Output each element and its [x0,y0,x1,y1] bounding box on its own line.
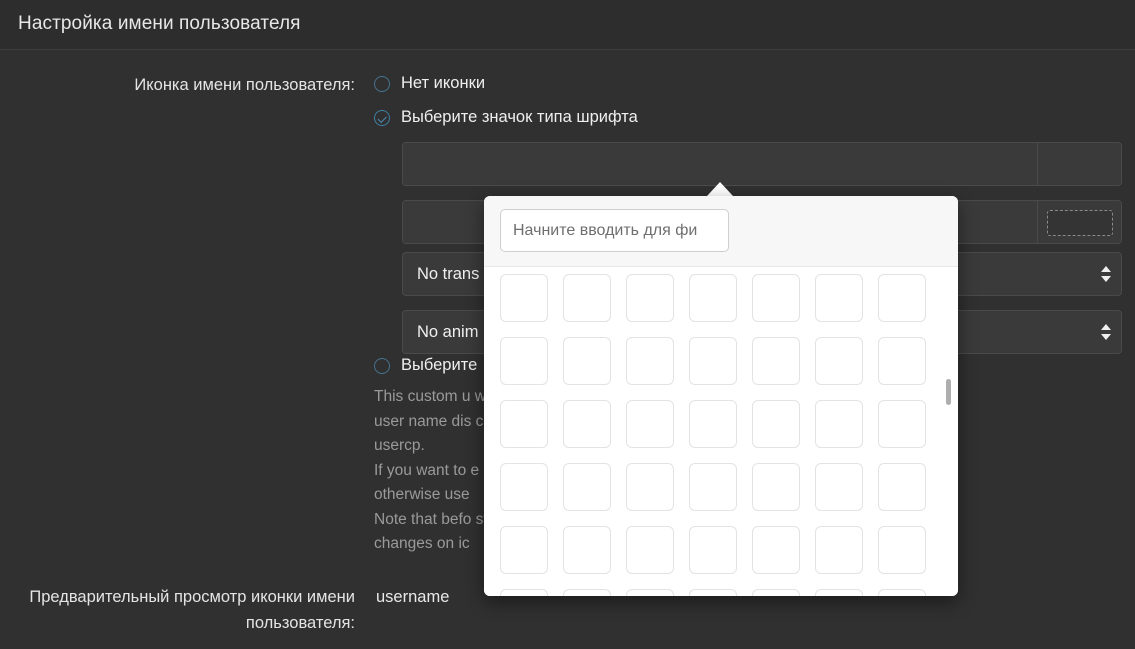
icon-tile[interactable] [626,274,674,322]
icon-tile[interactable] [626,589,674,596]
icon-tile[interactable] [752,337,800,385]
icon-tile[interactable] [815,463,863,511]
icon-tile[interactable] [815,337,863,385]
icon-tile[interactable] [752,589,800,596]
icon-tile[interactable] [500,463,548,511]
icon-color-input-addon[interactable] [1037,201,1121,243]
icon-tile[interactable] [500,589,548,596]
popup-arrow-icon [707,182,733,196]
icon-tile[interactable] [563,526,611,574]
icon-tile[interactable] [878,589,926,596]
chevron-updown-icon [1101,323,1111,341]
icon-grid [500,274,942,596]
icon-class-input[interactable] [403,143,1037,185]
icon-tile[interactable] [626,463,674,511]
radio-check-icon[interactable] [374,110,390,126]
icon-picker-popup [484,196,958,596]
icon-tile[interactable] [626,526,674,574]
icon-tile[interactable] [752,526,800,574]
icon-class-input-group[interactable] [402,142,1122,186]
icon-tile[interactable] [878,463,926,511]
panel-header: Настройка имени пользователя [0,0,1135,50]
radio-option-no-icon[interactable]: Нет иконки [374,70,794,104]
icon-tile[interactable] [563,589,611,596]
preview-username: username [376,588,450,606]
transform-select-value: No trans [417,265,480,283]
icon-tile[interactable] [878,400,926,448]
username-icon-label: Иконка имени пользователя: [134,76,355,94]
icon-tile[interactable] [815,400,863,448]
icon-tile[interactable] [689,589,737,596]
radio-circle-icon[interactable] [374,358,390,374]
icon-grid-scrollbar[interactable] [946,342,952,596]
icon-tile[interactable] [815,589,863,596]
radio-circle-icon[interactable] [374,76,390,92]
icon-tile[interactable] [563,337,611,385]
icon-class-input-addon[interactable] [1037,143,1121,185]
radio-option-font-icon[interactable]: Выберите значок типа шрифта [374,104,794,138]
icon-tile[interactable] [500,274,548,322]
settings-page: Настройка имени пользователя Иконка имен… [0,0,1135,649]
icon-tile[interactable] [752,463,800,511]
icon-tile[interactable] [815,274,863,322]
icon-tile[interactable] [878,526,926,574]
icon-tile[interactable] [563,400,611,448]
icon-tile[interactable] [626,400,674,448]
icon-tile[interactable] [500,400,548,448]
icon-tile[interactable] [752,274,800,322]
icon-grid-scrollbar-thumb[interactable] [946,379,951,405]
color-swatch-button[interactable] [1047,210,1113,236]
icon-picker-body[interactable] [484,267,958,596]
icon-tile[interactable] [500,337,548,385]
icon-tile[interactable] [752,400,800,448]
icon-tile[interactable] [689,526,737,574]
icon-tile[interactable] [689,337,737,385]
icon-tile[interactable] [563,463,611,511]
icon-tile[interactable] [500,526,548,574]
preview-label: Предварительный просмотр иконки имени по… [29,588,355,632]
page-title: Настройка имени пользователя [18,13,301,34]
icon-tile[interactable] [689,463,737,511]
icon-tile[interactable] [878,274,926,322]
icon-tile[interactable] [689,274,737,322]
icon-tile[interactable] [563,274,611,322]
chevron-updown-icon [1101,265,1111,283]
radio-option-font-icon-label: Выберите значок типа шрифта [401,108,638,126]
icon-tile[interactable] [878,337,926,385]
icon-tile[interactable] [626,337,674,385]
icon-tile[interactable] [689,400,737,448]
radio-option-custom-label: Выберите [401,356,478,374]
icon-search-input[interactable] [500,209,729,252]
animation-select-value: No anim [417,323,479,341]
radio-option-no-icon-label: Нет иконки [401,74,486,92]
icon-tile[interactable] [815,526,863,574]
icon-picker-header [484,196,958,267]
username-icon-field-group: Нет иконки Выберите значок типа шрифта [374,70,794,138]
